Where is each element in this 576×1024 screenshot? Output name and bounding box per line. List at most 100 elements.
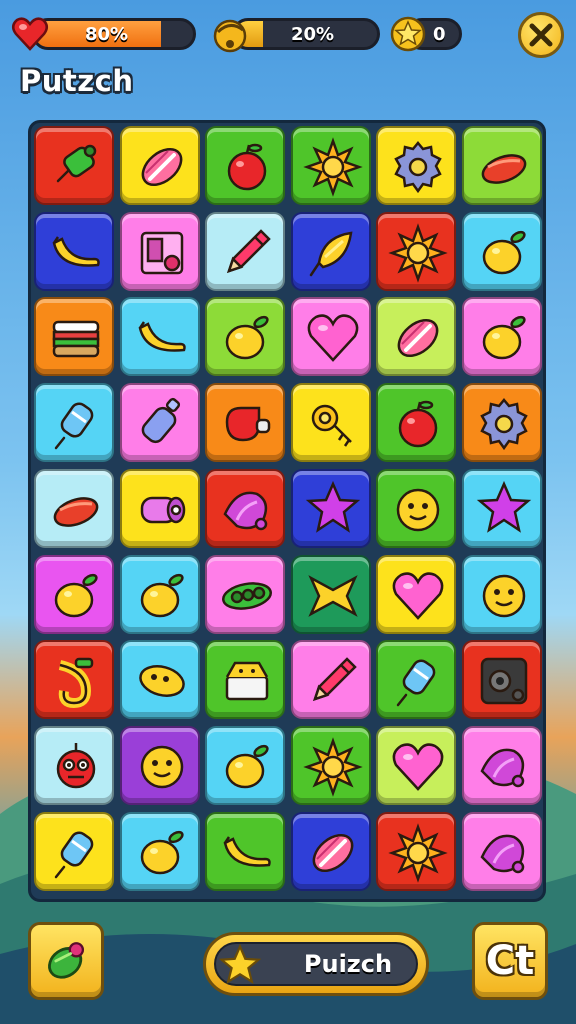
banana-icon xyxy=(52,235,100,267)
bean-icon xyxy=(138,665,185,698)
tile-6-2[interactable] xyxy=(205,640,285,720)
close-button[interactable] xyxy=(518,12,564,58)
candy-icon xyxy=(396,659,436,707)
banana-icon xyxy=(223,835,271,867)
tile-0-4[interactable] xyxy=(376,126,456,205)
tile-5-1[interactable] xyxy=(119,554,200,634)
tile-8-2[interactable] xyxy=(205,811,285,891)
tile-2-1[interactable] xyxy=(119,297,200,377)
candy-icon xyxy=(54,831,94,878)
cucumber-icon xyxy=(48,942,85,979)
pink-candy-icon xyxy=(141,148,182,186)
powerup-button[interactable] xyxy=(28,922,104,1000)
tile-5-3[interactable] xyxy=(290,554,371,634)
tile-8-3[interactable] xyxy=(290,811,371,891)
tile-1-5[interactable] xyxy=(461,211,542,291)
page-title: Putzch xyxy=(20,64,134,98)
health-label: 80% xyxy=(85,23,129,45)
tile-2-0[interactable] xyxy=(34,297,114,377)
tile-6-4[interactable] xyxy=(376,640,456,720)
tile-2-5[interactable] xyxy=(461,297,542,377)
tile-6-5[interactable] xyxy=(461,640,542,720)
tile-1-4[interactable] xyxy=(376,211,456,291)
tile-3-1[interactable] xyxy=(119,383,200,463)
energy-bar: 20% xyxy=(210,14,382,54)
tile-0-2[interactable] xyxy=(205,126,285,205)
tile-7-0[interactable] xyxy=(34,725,114,805)
tile-3-3[interactable] xyxy=(290,383,371,463)
tile-6-0[interactable] xyxy=(34,640,114,720)
pink-candy-icon xyxy=(397,319,439,358)
key-icon xyxy=(311,404,352,447)
tile-5-5[interactable] xyxy=(461,554,542,634)
tile-4-3[interactable] xyxy=(290,468,371,548)
tile-3-0[interactable] xyxy=(34,383,114,463)
lemon-icon xyxy=(482,316,526,360)
tile-1-1[interactable] xyxy=(119,211,200,291)
bomb-icon xyxy=(213,19,247,53)
tile-7-3[interactable] xyxy=(290,725,371,805)
lemon-icon xyxy=(225,316,269,360)
tile-4-5[interactable] xyxy=(461,468,542,548)
apple-icon xyxy=(398,400,438,448)
tile-2-4[interactable] xyxy=(376,297,456,377)
tile-7-5[interactable] xyxy=(461,725,542,805)
heart-icon xyxy=(307,314,358,363)
play-button[interactable]: Puizch xyxy=(203,932,429,996)
sausage-icon xyxy=(53,496,99,527)
tile-1-3[interactable] xyxy=(290,211,371,291)
tile-5-2[interactable] xyxy=(205,554,285,634)
tile-2-2[interactable] xyxy=(205,297,285,377)
apple-icon xyxy=(227,143,267,191)
heart-icon xyxy=(392,571,444,620)
tile-3-5[interactable] xyxy=(461,383,542,463)
tile-4-4[interactable] xyxy=(376,468,456,548)
sausage-icon xyxy=(481,154,526,184)
tile-8-5[interactable] xyxy=(461,811,542,891)
monster-icon xyxy=(56,742,96,789)
tile-6-1[interactable] xyxy=(119,640,200,720)
tile-6-3[interactable] xyxy=(290,640,371,720)
lemon-icon xyxy=(140,830,184,874)
tile-0-3[interactable] xyxy=(290,126,371,205)
tile-0-1[interactable] xyxy=(119,126,200,205)
bottle-icon xyxy=(141,398,180,444)
energy-label: 20% xyxy=(291,23,335,45)
cone-icon xyxy=(309,231,352,276)
sun-icon xyxy=(302,737,363,797)
tile-1-0[interactable] xyxy=(34,211,114,291)
tile-8-4[interactable] xyxy=(376,811,456,891)
tile-4-1[interactable] xyxy=(119,468,200,548)
sun-icon xyxy=(388,822,448,883)
sun-icon xyxy=(388,222,448,283)
lemon-icon xyxy=(54,573,98,617)
lemon-icon xyxy=(140,573,184,617)
star-icon xyxy=(476,480,531,533)
star-icon xyxy=(305,480,360,533)
tile-7-2[interactable] xyxy=(205,725,285,805)
candy-icon xyxy=(54,402,94,450)
ct-button[interactable]: Ct xyxy=(472,922,548,1000)
tile-0-0[interactable] xyxy=(34,126,114,205)
tile-4-2[interactable] xyxy=(205,468,285,548)
tile-8-0[interactable] xyxy=(34,811,114,891)
energy-track: 20% xyxy=(232,18,380,50)
tile-7-4[interactable] xyxy=(376,725,456,805)
game-board xyxy=(28,120,546,902)
health-bar: 80% xyxy=(10,14,198,54)
tile-7-1[interactable] xyxy=(119,725,200,805)
tile-0-5[interactable] xyxy=(461,126,542,205)
tile-8-1[interactable] xyxy=(119,811,200,891)
tile-2-3[interactable] xyxy=(290,297,371,377)
tile-4-0[interactable] xyxy=(34,468,114,548)
health-track: 80% xyxy=(32,18,196,50)
tile-5-0[interactable] xyxy=(34,554,114,634)
tile-5-4[interactable] xyxy=(376,554,456,634)
tile-3-4[interactable] xyxy=(376,383,456,463)
face-icon xyxy=(482,574,525,617)
tile-3-2[interactable] xyxy=(205,383,285,463)
tile-1-2[interactable] xyxy=(205,211,285,291)
peapod-icon xyxy=(222,581,272,610)
box-icon xyxy=(140,231,183,274)
roll-icon xyxy=(140,496,185,524)
